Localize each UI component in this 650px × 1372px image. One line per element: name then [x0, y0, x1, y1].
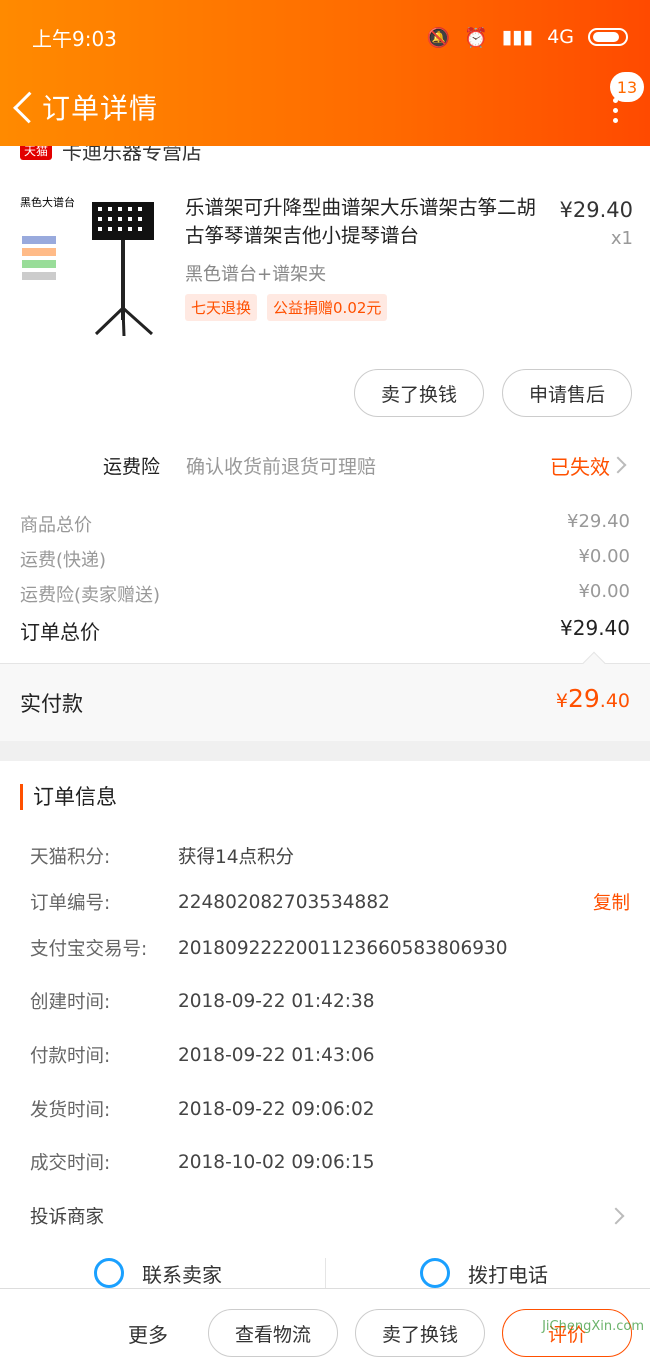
product-image: 黑色大谱台: [18, 190, 166, 338]
page-title: 订单详情: [42, 92, 159, 125]
tag-charity: 公益捐赠0.02元: [267, 294, 388, 321]
phone-icon: [420, 1258, 450, 1288]
paid-amount: ¥29.40: [555, 684, 630, 713]
product-image-label: 黑色大谱台: [20, 195, 75, 209]
product-card[interactable]: 黑色大谱台 乐谱架可升降型曲谱架大乐谱架古筝二胡古筝琴谱架吉他小提琴谱台 ¥29…: [18, 190, 633, 350]
product-sku: 黑色谱台+谱架夹: [185, 264, 327, 285]
view-logistics-button[interactable]: 查看物流: [208, 1309, 338, 1357]
chat-icon: [94, 1258, 124, 1288]
product-title: 乐谱架可升降型曲谱架大乐谱架古筝二胡古筝琴谱架吉他小提琴谱台: [185, 196, 537, 247]
paid-label: 实付款: [20, 692, 83, 716]
info-row-paid: 付款时间: 2018-09-22 01:43:06: [30, 1044, 375, 1068]
sell-button[interactable]: 卖了换钱: [354, 369, 484, 417]
info-row-completed: 成交时间: 2018-10-02 09:06:15: [30, 1151, 375, 1175]
fee-row-insurance: 运费险(卖家赠送) ¥0.00: [20, 581, 630, 606]
battery-icon: [588, 28, 628, 46]
order-total-row: 订单总价 ¥29.40: [20, 616, 630, 644]
info-row-points: 天猫积分: 获得14点积分: [30, 847, 295, 868]
info-row-order-no: 订单编号: 224802082703534882 复制: [30, 887, 630, 917]
tag-return: 七天退换: [185, 294, 258, 321]
back-button[interactable]: [10, 87, 40, 127]
network-label: 4G: [547, 26, 574, 48]
signal-icon: ▮▮▮: [501, 26, 534, 48]
insurance-label: 运费险: [103, 455, 161, 478]
insurance-desc: 确认收货前退货可理赔: [186, 455, 377, 478]
chevron-right-icon: [607, 1207, 625, 1225]
bottom-action-bar: 更多 查看物流 卖了换钱 评价 JiChengXin.com: [0, 1288, 650, 1372]
alarm-icon: ⏰: [464, 26, 488, 49]
info-row-shipped: 发货时间: 2018-09-22 09:06:02: [30, 1098, 375, 1122]
insurance-status: 已失效: [550, 454, 610, 479]
contact-seller-button[interactable]: 联系卖家: [94, 1258, 222, 1288]
fee-row-shipping: 运费(快递) ¥0.00: [20, 546, 630, 571]
more-button[interactable]: 更多: [128, 1319, 168, 1348]
paid-amount-row: 实付款 ¥29.40: [0, 651, 650, 741]
mute-icon: 🔕: [426, 26, 451, 49]
chevron-right-icon: [609, 456, 627, 474]
watermark: JiChengXin.com: [542, 1319, 644, 1334]
after-sale-button[interactable]: 申请售后: [502, 369, 632, 417]
more-menu-icon[interactable]: [610, 98, 620, 123]
complain-seller-row[interactable]: 投诉商家: [30, 1200, 630, 1232]
status-bar: 上午9:03 🔕 ⏰ ▮▮▮ 4G: [32, 22, 628, 52]
shipping-insurance-row[interactable]: 运费险 确认收货前退货可理赔 已失效: [0, 440, 650, 490]
copy-button[interactable]: 复制: [593, 889, 630, 915]
sell-button-bottom[interactable]: 卖了换钱: [355, 1309, 485, 1357]
call-phone-button[interactable]: 拨打电话: [420, 1258, 548, 1288]
product-quantity: x1: [610, 228, 633, 249]
info-row-alipay-no: 支付宝交易号: 2018092222001123660583806930: [30, 937, 508, 961]
product-price: ¥29.40: [559, 198, 633, 222]
status-time: 上午9:03: [32, 26, 117, 51]
info-row-created: 创建时间: 2018-09-22 01:42:38: [30, 990, 375, 1014]
header: 上午9:03 🔕 ⏰ ▮▮▮ 4G 订单详情 13: [0, 0, 650, 146]
order-detail-page: 上午9:03 🔕 ⏰ ▮▮▮ 4G 订单详情 13 天猫 卡迪乐器专营店 黑色大…: [0, 0, 650, 1372]
fee-row-goods: 商品总价 ¥29.40: [20, 511, 630, 536]
order-info-title: 订单信息: [20, 784, 117, 810]
